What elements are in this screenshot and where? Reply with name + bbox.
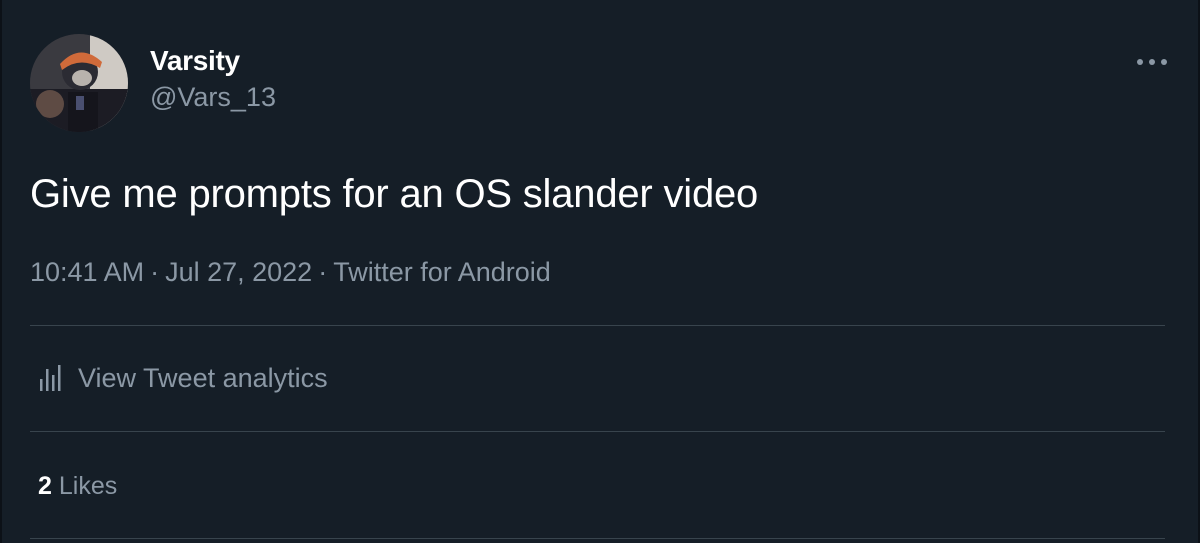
tweet-time[interactable]: 10:41 AM <box>30 257 144 287</box>
avatar-photo-icon <box>30 34 128 132</box>
likes-count: 2 <box>38 471 52 500</box>
tweet-source[interactable]: Twitter for Android <box>333 257 551 287</box>
bar-chart-icon <box>38 365 62 391</box>
author-handle[interactable]: @Vars_13 <box>150 80 276 114</box>
tweet-detail-card: Varsity @Vars_13 Give me prompts for an … <box>0 0 1200 543</box>
tweet-metadata: 10:41 AM · Jul 27, 2022 · Twitter for Androi… <box>30 252 551 292</box>
divider <box>30 325 1165 326</box>
view-tweet-analytics-link[interactable]: View Tweet analytics <box>38 358 328 398</box>
likes-stat[interactable]: 2 Likes <box>38 466 117 506</box>
likes-label: Likes <box>58 471 118 500</box>
divider <box>30 431 1165 432</box>
user-avatar[interactable] <box>30 34 128 132</box>
author-display-name[interactable]: Varsity <box>150 44 276 78</box>
tweet-header: Varsity @Vars_13 <box>30 34 1170 134</box>
divider <box>30 538 1165 539</box>
tweet-text: Give me prompts for an OS slander video <box>30 172 759 216</box>
more-horizontal-icon <box>1137 59 1167 65</box>
analytics-label: View Tweet analytics <box>78 362 328 393</box>
meta-separator: · <box>150 257 160 287</box>
more-options-button[interactable] <box>1134 48 1170 76</box>
meta-separator: · <box>318 257 328 287</box>
tweet-date[interactable]: Jul 27, 2022 <box>165 257 312 287</box>
author-names: Varsity @Vars_13 <box>150 44 276 114</box>
